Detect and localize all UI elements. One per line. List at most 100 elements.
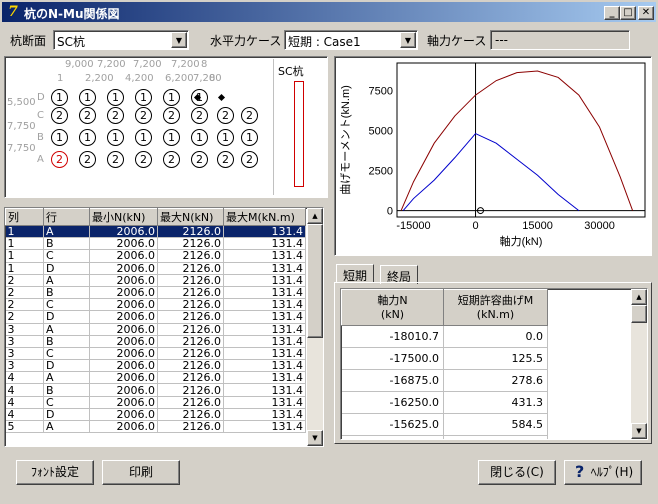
limit-table-row[interactable]: -17500.0 125.5	[341, 347, 548, 370]
chevron-down-icon[interactable]: ▼	[171, 32, 187, 48]
column-header[interactable]: 最大N(kN)	[157, 208, 224, 226]
column-header[interactable]: 最小N(kN)	[89, 208, 158, 226]
row-label: C	[37, 110, 44, 121]
pile-marker[interactable]: 1	[51, 129, 68, 146]
pile-marker[interactable]: 2	[107, 151, 124, 168]
table-row[interactable]: 4 D 2006.0 2126.0 131.4	[5, 408, 306, 422]
table-row[interactable]: 2 B 2006.0 2126.0 131.4	[5, 286, 306, 300]
app-icon[interactable]: 7	[5, 4, 21, 20]
limit-table-row[interactable]: -15000.0737.7	[341, 435, 548, 439]
table-row[interactable]: 3 B 2006.0 2126.0 131.4	[5, 335, 306, 348]
pile-marker[interactable]: 2	[51, 107, 68, 124]
pile-marker[interactable]: 1	[107, 129, 124, 146]
table-row[interactable]: 3 D 2006.0 2126.0 131.4	[5, 359, 306, 373]
pile-marker[interactable]: 1	[51, 89, 68, 106]
font-settings-button[interactable]: ﾌｫﾝﾄ設定	[16, 460, 94, 485]
series-line-0	[400, 70, 634, 211]
table-cell: A	[43, 420, 90, 434]
table-row[interactable]: 4 C 2006.0 2126.0 131.4	[5, 396, 306, 409]
help-button[interactable]: ? ﾍﾙﾌﾟ(H)	[564, 460, 642, 485]
close-window-button[interactable]: ✕	[638, 6, 654, 20]
scroll-down-icon[interactable]: ▼	[307, 430, 323, 446]
y-tick-label: 5000	[369, 125, 393, 137]
horizontal-case-select[interactable]: 短期 : Case1 ▼	[284, 30, 418, 50]
table-cell: D	[43, 359, 90, 373]
pile-marker[interactable]: 1	[241, 129, 258, 146]
pile-marker[interactable]: 1	[191, 129, 208, 146]
table-cell: C	[43, 396, 90, 409]
pile-marker[interactable]: 2	[241, 151, 258, 168]
tab-short-term[interactable]: 短期	[336, 264, 375, 283]
pile-marker[interactable]: 2	[191, 107, 208, 124]
chevron-down-icon[interactable]: ▼	[400, 32, 416, 48]
table-row[interactable]: 1 A 2006.0 2126.0 131.4	[5, 225, 306, 239]
pile-marker[interactable]: 1	[163, 89, 180, 106]
limit-table-row[interactable]: -18010.7 0.0	[341, 325, 548, 348]
pile-marker[interactable]: 2	[241, 107, 258, 124]
table-row[interactable]: 4 B 2006.0 2126.0 131.4	[5, 383, 306, 397]
limit-table-row[interactable]: -16875.0 278.6	[341, 369, 548, 392]
column-header[interactable]: 行	[43, 208, 90, 226]
pile-marker[interactable]: 1	[217, 129, 234, 146]
column-header[interactable]: 最大M(kN.m)	[223, 208, 306, 226]
pile-marker[interactable]: 2	[79, 151, 96, 168]
minimize-button[interactable]: _	[604, 6, 620, 20]
close-button[interactable]: 閉じる(C)	[478, 460, 556, 485]
column-header[interactable]: 列	[5, 208, 44, 226]
table-cell: 2006.0	[89, 323, 158, 336]
allowable-moment-table[interactable]: 軸力N (kN) 短期許容曲げM (kN.m) -18010.7 0.0 -17500…	[340, 288, 648, 440]
table-row[interactable]: 2 A 2006.0 2126.0 131.4	[5, 274, 306, 287]
table-row[interactable]: 1 B 2006.0 2126.0 131.4	[5, 237, 306, 251]
table-row[interactable]: 5 A 2006.0 2126.0 131.4	[5, 420, 306, 434]
pile-marker[interactable]: 1	[107, 89, 124, 106]
x-tick-label: 0	[472, 220, 478, 232]
pile-marker[interactable]: 1	[79, 89, 96, 106]
section-select[interactable]: SC杭 ▼	[53, 30, 189, 50]
limit-column-header[interactable]: 軸力N (kN)	[341, 289, 444, 326]
table-cell: D	[43, 310, 90, 324]
pile-table[interactable]: 列行最小N(kN) 最大N(kN) 最大M(kN.m) 1 A 2006.0 2126.0…	[4, 207, 324, 447]
table-cell: 131.4	[223, 262, 306, 275]
table-cell: 131.4	[223, 371, 306, 385]
pile-marker[interactable]: 1	[135, 129, 152, 146]
x-tick-label: -15000	[396, 220, 430, 232]
pile-marker[interactable]: 2	[163, 151, 180, 168]
limit-table-cell: 737.7	[443, 435, 548, 439]
pile-marker[interactable]: 2	[107, 107, 124, 124]
scroll-thumb[interactable]	[631, 305, 647, 323]
pile-marker[interactable]: 1	[135, 89, 152, 106]
scroll-up-icon[interactable]: ▲	[307, 208, 323, 224]
table-cell: 2126.0	[157, 262, 224, 275]
pile-marker[interactable]: 2	[135, 107, 152, 124]
print-button[interactable]: 印刷	[102, 460, 180, 485]
pile-marker[interactable]: 2	[79, 107, 96, 124]
limit-table-row[interactable]: -15625.0 584.5	[341, 413, 548, 436]
maximize-button[interactable]: □	[620, 6, 636, 20]
table-row[interactable]: 1 C 2006.0 2126.0 131.4	[5, 249, 306, 263]
limit-table-row[interactable]: -16250.0 431.3	[341, 391, 548, 414]
pile-marker[interactable]: 2	[217, 107, 234, 124]
row-label: D	[37, 92, 45, 103]
table-cell: 131.4	[223, 347, 306, 361]
pile-table-scrollbar[interactable]: ▲ ▼	[307, 208, 323, 446]
limit-column-header[interactable]: 短期許容曲げM (kN.m)	[443, 289, 548, 326]
table-row[interactable]: 2 D 2006.0 2126.0 131.4	[5, 310, 306, 324]
pile-marker[interactable]: 1	[163, 129, 180, 146]
scroll-down-icon[interactable]: ▼	[631, 423, 647, 439]
pile-marker[interactable]: 2	[51, 151, 68, 168]
table-row[interactable]: 4 A 2006.0 2126.0 131.4	[5, 371, 306, 385]
table-row[interactable]: 1 D 2006.0 2126.0 131.4	[5, 262, 306, 275]
table-cell: 3	[5, 323, 44, 336]
pile-marker[interactable]: 2	[163, 107, 180, 124]
pile-marker[interactable]: 2	[135, 151, 152, 168]
pile-marker[interactable]: 2	[191, 151, 208, 168]
table-row[interactable]: 3 C 2006.0 2126.0 131.4	[5, 347, 306, 361]
pile-marker[interactable]: 2	[217, 151, 234, 168]
table-cell: 131.4	[223, 359, 306, 373]
limit-table-scrollbar[interactable]: ▲ ▼	[631, 289, 647, 439]
scroll-up-icon[interactable]: ▲	[631, 289, 647, 305]
scroll-thumb[interactable]	[307, 224, 323, 338]
table-row[interactable]: 3 A 2006.0 2126.0 131.4	[5, 323, 306, 336]
pile-marker[interactable]: 1	[79, 129, 96, 146]
table-row[interactable]: 2 C 2006.0 2126.0 131.4	[5, 298, 306, 312]
